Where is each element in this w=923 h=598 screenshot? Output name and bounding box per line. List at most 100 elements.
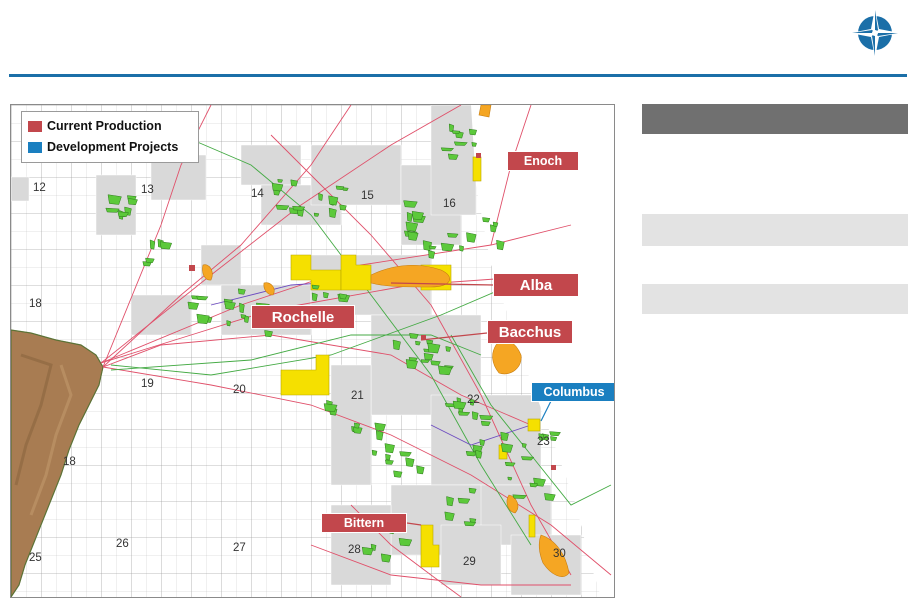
green-field-patch <box>384 459 394 465</box>
field-label-columbus[interactable]: Columbus <box>531 382 614 402</box>
green-field-patch <box>471 141 477 147</box>
green-field-patch <box>447 232 459 238</box>
green-field-patch <box>459 245 464 252</box>
green-field-patch <box>446 496 454 507</box>
green-field-patch <box>479 414 494 421</box>
legend-swatch-red <box>28 120 42 132</box>
green-field-patch <box>399 451 412 457</box>
green-field-patch <box>457 497 471 504</box>
green-field-patch <box>520 456 535 461</box>
green-field-patch <box>392 339 401 351</box>
green-field-patch <box>127 198 138 206</box>
green-field-patch <box>224 301 236 310</box>
green-field-patch <box>339 293 348 300</box>
green-field-patch <box>544 493 556 501</box>
green-field-patch <box>275 204 290 211</box>
block-number: 20 <box>233 384 246 396</box>
field-label-enoch[interactable]: Enoch <box>507 151 579 171</box>
green-field-patch <box>409 333 419 339</box>
map-canvas: 12 13 14 15 16 18 19 20 21 22 23 18 25 2… <box>11 105 614 597</box>
green-field-patch <box>457 411 471 416</box>
green-field-patch <box>504 461 516 467</box>
green-field-patch <box>371 449 378 456</box>
sidebar-header-bar <box>642 104 908 134</box>
green-field-patch <box>407 231 419 241</box>
block-number: 23 <box>537 436 550 448</box>
green-field-patch <box>482 217 491 223</box>
legend-item-current-production: Current Production <box>28 119 162 133</box>
green-field-patch <box>311 284 320 290</box>
green-field-patch <box>529 482 538 488</box>
green-field-patch <box>479 439 485 446</box>
block-number: 16 <box>443 198 456 210</box>
green-field-patch <box>311 292 318 302</box>
block-number: 18 <box>29 298 42 310</box>
block-number: 15 <box>361 190 374 202</box>
green-field-patch <box>405 221 419 232</box>
block-number: 14 <box>251 188 264 200</box>
green-field-patch <box>445 346 452 352</box>
green-field-patch <box>471 411 479 420</box>
green-field-patch <box>500 431 509 441</box>
legend-item-development-projects: Development Projects <box>28 140 178 154</box>
green-field-patch <box>452 400 467 410</box>
legend-label: Development Projects <box>47 140 179 154</box>
block-number: 22 <box>467 394 480 406</box>
sidebar-row-bar <box>642 284 908 314</box>
field-label-rochelle[interactable]: Rochelle <box>251 305 355 329</box>
green-field-patch <box>385 453 391 461</box>
green-field-patch <box>444 511 455 521</box>
green-field-patch <box>475 449 483 459</box>
green-field-patch <box>437 365 453 376</box>
green-field-patch <box>549 431 561 437</box>
green-field-patch <box>411 211 424 221</box>
block-number: 18 <box>63 456 76 468</box>
field-label-bittern[interactable]: Bittern <box>321 513 407 533</box>
green-field-patch <box>318 192 323 201</box>
green-field-patch <box>354 422 361 429</box>
green-field-patch <box>226 320 231 327</box>
green-field-patch <box>403 200 418 208</box>
green-field-patch <box>107 194 122 205</box>
green-field-patch <box>492 221 499 227</box>
green-field-patch <box>521 442 527 448</box>
block-number: 26 <box>116 538 129 550</box>
green-field-patch <box>196 295 209 301</box>
green-field-patch <box>335 185 345 190</box>
green-field-patch <box>440 147 455 152</box>
green-field-patch <box>451 130 461 135</box>
green-field-patch <box>196 313 210 325</box>
green-field-patch <box>323 291 329 299</box>
licence-map[interactable]: 12 13 14 15 16 18 19 20 21 22 23 18 25 2… <box>10 104 615 598</box>
green-field-patch <box>375 430 384 441</box>
green-field-patch <box>466 232 477 243</box>
green-field-patch <box>339 204 347 211</box>
green-field-patch <box>480 420 491 426</box>
green-field-patch <box>105 207 120 213</box>
green-field-patch <box>468 487 477 494</box>
green-field-patch <box>423 353 434 361</box>
green-field-patch <box>328 207 337 218</box>
green-field-patch <box>550 436 558 441</box>
block-number: 13 <box>141 184 154 196</box>
block-number: 30 <box>553 548 566 560</box>
green-field-patch <box>415 340 421 346</box>
green-field-patch <box>313 212 320 217</box>
green-field-patch <box>512 494 528 499</box>
block-number: 25 <box>29 552 42 564</box>
green-field-patch <box>393 470 403 478</box>
green-field-patch <box>440 242 455 252</box>
green-field-patch <box>427 342 441 354</box>
block-number: 21 <box>351 390 364 402</box>
green-field-patch <box>428 250 435 259</box>
field-label-bacchus[interactable]: Bacchus <box>487 320 573 344</box>
green-field-patch <box>380 553 392 563</box>
green-field-patch <box>273 189 281 196</box>
field-label-alba[interactable]: Alba <box>493 273 579 297</box>
green-field-patch <box>149 239 156 250</box>
green-field-patch <box>463 521 477 527</box>
green-field-patch <box>384 443 395 454</box>
green-field-patch <box>145 257 155 263</box>
green-field-patch <box>187 301 200 310</box>
green-field-patch <box>406 211 413 222</box>
